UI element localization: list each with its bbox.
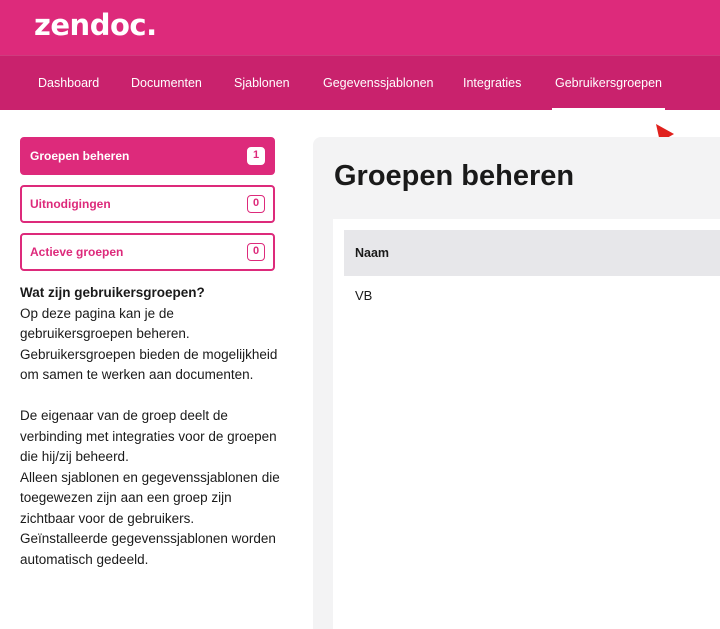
nav-item-documenten[interactable]: Documenten: [131, 56, 202, 111]
info-title: Wat zijn gebruikersgroepen?: [20, 285, 205, 300]
column-header-naam[interactable]: Naam: [355, 230, 389, 276]
nav-item-dashboard[interactable]: Dashboard: [38, 56, 99, 111]
actieve-groepen-button[interactable]: Actieve groepen 0: [20, 233, 275, 271]
top-header: zendoc.: [0, 0, 720, 55]
actieve-groepen-label: Actieve groepen: [30, 245, 124, 259]
info-section: Wat zijn gebruikersgroepen? Op deze pagi…: [20, 283, 282, 570]
table-header: Naam: [344, 230, 720, 276]
table-row[interactable]: VB: [344, 276, 720, 318]
uitnodigingen-button[interactable]: Uitnodigingen 0: [20, 185, 275, 223]
uitnodigingen-label: Uitnodigingen: [30, 197, 111, 211]
uitnodigingen-count-badge: 0: [247, 195, 265, 213]
actieve-groepen-count-badge: 0: [247, 243, 265, 261]
info-paragraph-intro: Op deze pagina kan je de gebruikersgroep…: [20, 305, 278, 383]
nav-item-sjablonen[interactable]: Sjablonen: [234, 56, 290, 111]
groepen-beheren-button[interactable]: Groepen beheren 1: [20, 137, 275, 175]
nav-item-gegevenssjablonen[interactable]: Gegevenssjablonen: [323, 56, 434, 111]
page-title: Groepen beheren: [334, 160, 575, 192]
zendoc-logo[interactable]: zendoc.: [34, 8, 157, 42]
nav-item-gebruikersgroepen[interactable]: Gebruikersgroepen: [551, 56, 666, 111]
groepen-beheren-label: Groepen beheren: [30, 149, 130, 163]
info-paragraph-sharing: Geïnstalleerde gegevenssjablonen worden …: [20, 531, 276, 567]
nav-item-integraties[interactable]: Integraties: [463, 56, 521, 111]
info-paragraph-owner: De eigenaar van de groep deelt de verbin…: [20, 408, 277, 464]
groepen-beheren-count-badge: 1: [247, 147, 265, 165]
cell-naam: VB: [355, 288, 373, 303]
main-navigation: Dashboard Documenten Sjablonen Gegevenss…: [0, 55, 720, 111]
info-paragraph-visibility: Alleen sjablonen en gegevenssjablonen di…: [20, 469, 280, 526]
